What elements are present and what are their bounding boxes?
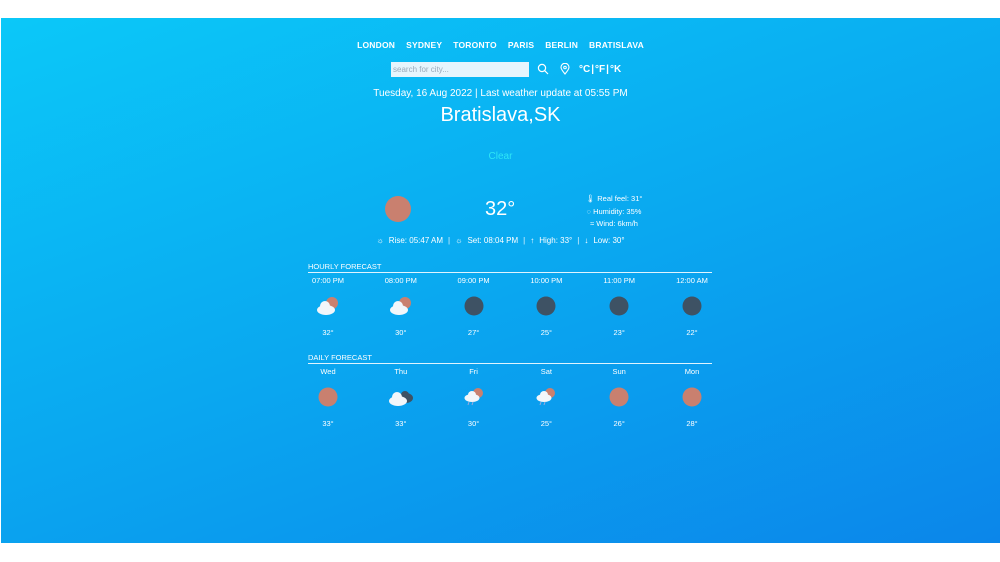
daily-forecast-label: Thu [394, 367, 408, 376]
high-text: High: 33° [539, 236, 573, 245]
unit-toggle: °C | °F | °K [579, 64, 621, 75]
hourly-forecast-label: 11:00 PM [603, 276, 635, 285]
daily-forecast-temp: 25° [540, 419, 553, 428]
hourly-forecast: HOURLY FORECAST 07:00 PM 32° 08:00 PM 30° 09… [308, 262, 712, 337]
sun-temp-stats: ☼ Rise: 05:47 AM | ☼ Set: 08:04 PM | ↑ H… [1, 236, 1000, 245]
hourly-forecast-label: 12:00 AM [676, 276, 708, 285]
city-link-london[interactable]: LONDON [357, 40, 395, 50]
daily-forecast-item: Mon 28° [672, 364, 712, 428]
sun-icon [385, 196, 411, 222]
hourly-forecast-temp: 23° [613, 328, 625, 337]
hourly-forecast-temp: 32° [322, 328, 334, 337]
hourly-forecast-title: HOURLY FORECAST [308, 262, 712, 273]
sunset-icon: ☼ [455, 236, 463, 245]
partly-cloudy-icon [308, 293, 348, 319]
city-links: LONDON SYDNEY TORONTO PARIS BERLIN BRATI… [1, 40, 1000, 50]
daily-forecast-item: Thu 33° [381, 364, 421, 428]
date-update-line: Tuesday, 16 Aug 2022 | Last weather upda… [373, 88, 628, 99]
rain-icon [526, 384, 566, 410]
city-link-bratislava[interactable]: BRATISLAVA [589, 40, 644, 50]
hourly-forecast-item: 12:00 AM 22° [672, 273, 712, 337]
unit-separator: | [606, 63, 609, 75]
hourly-forecast-item: 07:00 PM 32° [308, 273, 348, 337]
hourly-forecast-temp: 25° [540, 328, 553, 337]
search-row: °C | °F | °K [391, 61, 621, 77]
unit-separator: | [591, 63, 595, 75]
daily-forecast-item: Sat 25° [526, 364, 566, 428]
city-link-toronto[interactable]: TORONTO [453, 40, 497, 50]
sun-icon [308, 384, 348, 410]
hourly-forecast-label: 10:00 PM [530, 276, 563, 285]
real-feel-text: Real feel: 31° [597, 194, 643, 203]
hourly-forecast-item: 11:00 PM 23° [599, 273, 639, 337]
cloudy-icon [381, 384, 421, 410]
hourly-forecast-label: 08:00 PM [384, 276, 417, 285]
hourly-forecast-item: 08:00 PM 30° [381, 273, 421, 337]
hourly-forecast-temp: 22° [686, 328, 698, 337]
moon-icon [454, 293, 494, 319]
city-link-paris[interactable]: PARIS [508, 40, 534, 50]
stats-separator: | [577, 236, 580, 245]
hourly-forecast-temp: 30° [395, 328, 407, 337]
thermometer-icon: 🌡︎ [585, 194, 596, 203]
wind-row: ≈ Wind: 6km/h [564, 218, 664, 231]
hourly-forecast-item: 09:00 PM 27° [454, 273, 494, 337]
kelvin-button[interactable]: °K [610, 64, 621, 75]
sun-icon [599, 384, 639, 410]
hourly-forecast-temp: 27° [467, 328, 480, 337]
search-icon[interactable] [535, 61, 551, 77]
daily-forecast-label: Mon [684, 367, 700, 376]
weather-condition: Clear [488, 151, 513, 162]
hourly-forecast-label: 07:00 PM [311, 276, 345, 285]
daily-forecast-label: Wed [320, 367, 336, 376]
moon-icon [526, 293, 566, 319]
location-pin-icon[interactable] [557, 61, 573, 77]
arrow-down-icon: ↓ [584, 236, 589, 245]
low-text: Low: 30° [593, 236, 625, 245]
wind-text: Wind: 6km/h [596, 219, 638, 228]
daily-forecast-item: Sun 26° [599, 364, 639, 428]
fahrenheit-button[interactable]: °F [595, 64, 605, 75]
city-link-sydney[interactable]: SYDNEY [406, 40, 442, 50]
sunrise-text: Rise: 05:47 AM [388, 236, 444, 245]
daily-forecast: DAILY FORECAST Wed 33° Thu 33° Fri 30° Sat 25° S… [308, 353, 712, 428]
daily-forecast-label: Sat [540, 367, 553, 376]
hourly-forecast-item: 10:00 PM 25° [526, 273, 566, 337]
daily-forecast-temp: 30° [467, 419, 480, 428]
real-feel-row: 🌡︎ Real feel: 31° [564, 193, 664, 206]
moon-icon [599, 293, 639, 319]
daily-forecast-temp: 33° [322, 419, 334, 428]
sun-icon [672, 384, 712, 410]
search-input[interactable] [391, 61, 529, 77]
stats-separator: | [523, 236, 526, 245]
daily-forecast-temp: 33° [395, 419, 407, 428]
daily-forecast-row: Wed 33° Thu 33° Fri 30° Sat 25° Sun 26° Mon 28° [308, 364, 712, 428]
wind-icon: ≈ [590, 219, 595, 228]
daily-forecast-item: Wed 33° [308, 364, 348, 428]
daily-forecast-label: Fri [469, 367, 478, 376]
city-link-berlin[interactable]: BERLIN [545, 40, 578, 50]
daily-forecast-label: Sun [612, 367, 626, 376]
partly-cloudy-icon [381, 293, 421, 319]
hourly-forecast-label: 09:00 PM [457, 276, 490, 285]
daily-forecast-item: Fri 30° [454, 364, 494, 428]
daily-forecast-temp: 26° [613, 419, 625, 428]
current-temperature: 32° [485, 198, 516, 220]
humidity-row: ◌ Humidity: 35% [564, 206, 664, 219]
moon-icon [672, 293, 712, 319]
weather-app: LONDON SYDNEY TORONTO PARIS BERLIN BRATI… [1, 18, 1000, 543]
celsius-button[interactable]: °C [579, 64, 590, 75]
rain-icon [454, 384, 494, 410]
city-name: Bratislava,SK [440, 104, 561, 126]
hourly-forecast-row: 07:00 PM 32° 08:00 PM 30° 09:00 PM 27° 10:00 P… [308, 273, 712, 337]
droplet-icon: ◌ [586, 206, 591, 216]
sunset-text: Set: 08:04 PM [467, 236, 519, 245]
current-details: 🌡︎ Real feel: 31° ◌ Humidity: 35% ≈ Wind… [564, 193, 664, 231]
arrow-up-icon: ↑ [530, 236, 535, 245]
daily-forecast-title: DAILY FORECAST [308, 353, 712, 364]
sunrise-icon: ☼ [376, 236, 384, 245]
daily-forecast-temp: 28° [686, 419, 698, 428]
stats-separator: | [448, 236, 451, 245]
humidity-text: Humidity: 35% [593, 206, 642, 216]
